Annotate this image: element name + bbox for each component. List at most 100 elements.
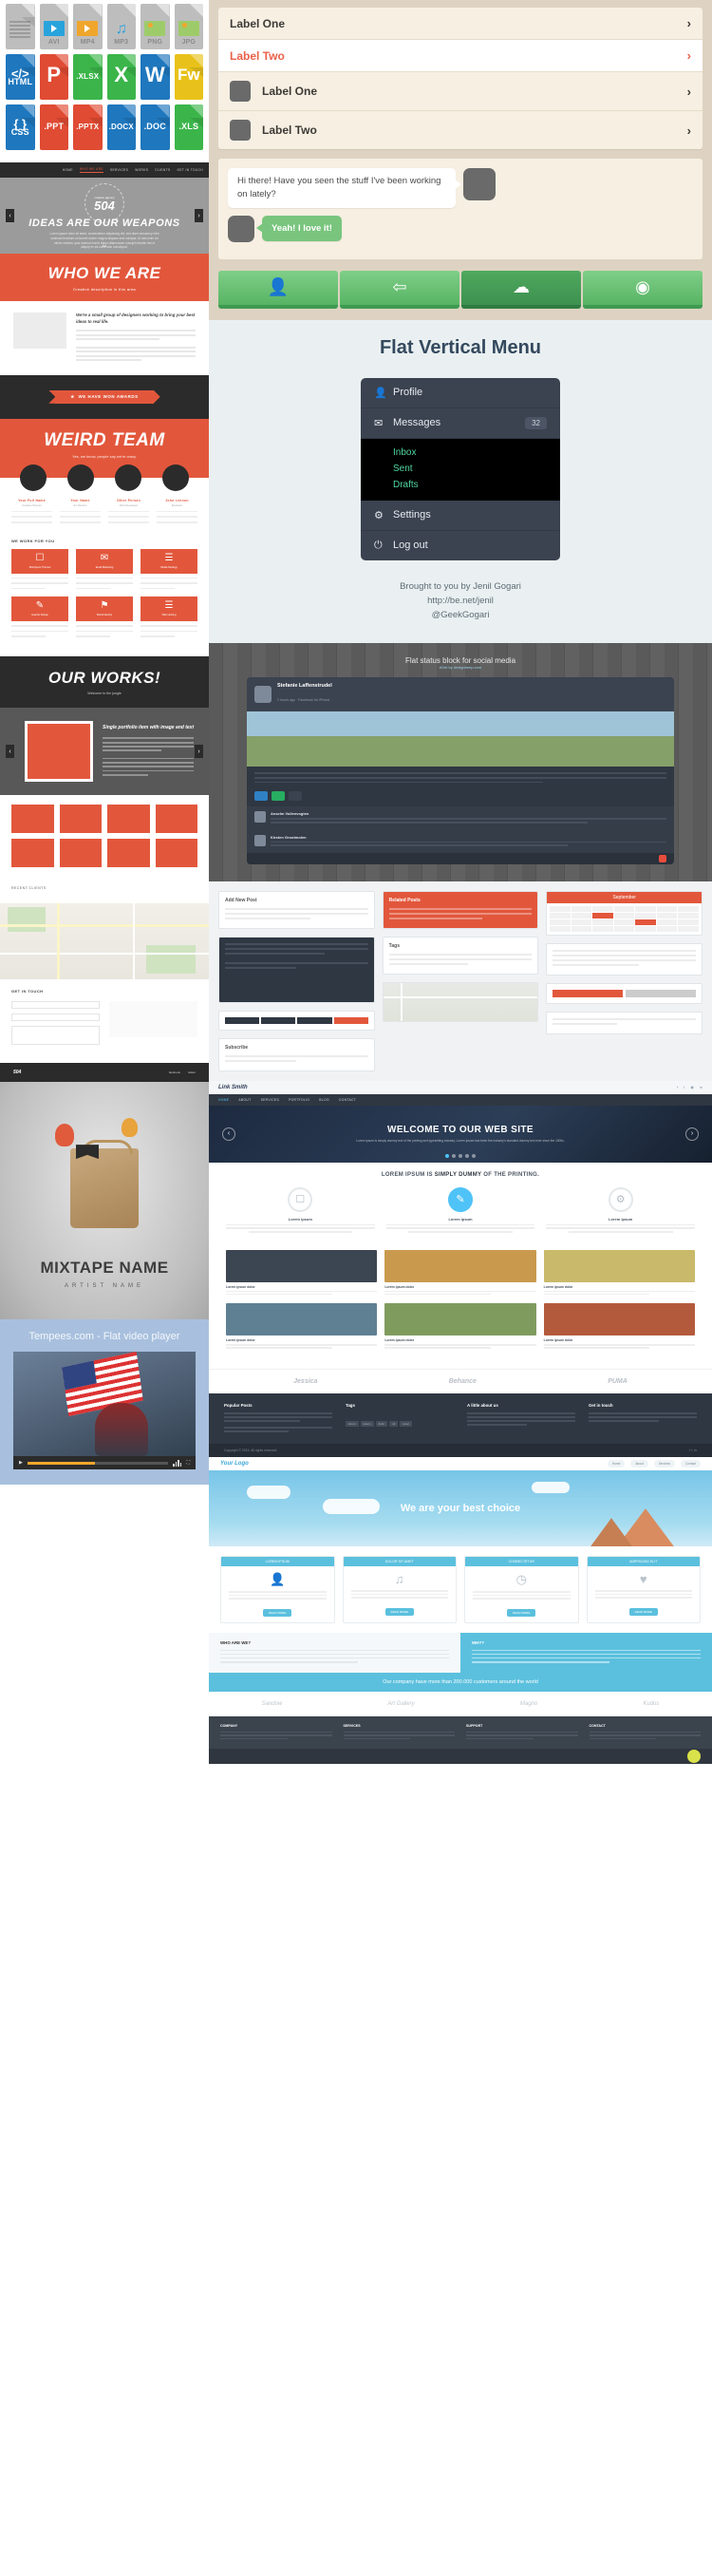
nav-home[interactable]: HOME [63,168,73,172]
twitter-link[interactable]: twitter [188,1070,196,1074]
gallery-item[interactable]: Lorem ipsum dolor [384,1303,536,1350]
pin-mixtape-cover[interactable]: MIXTAPE NAME ARTIST NAME [0,1082,209,1320]
service-card[interactable]: ☰ Web Hosting [141,597,197,638]
menu-item-logout[interactable]: ⏻ Log out [361,531,560,560]
hero-next-button[interactable]: › [685,1127,699,1141]
ui-card-tags[interactable]: Tags [382,936,539,975]
file-icon-xls[interactable]: .XLS [174,104,203,150]
gallery-item[interactable]: Lorem ipsum dolor [384,1249,536,1297]
sky-card[interactable]: DOLOR SIT AMET ♫ READ MORE [342,1556,457,1623]
pin-sky-template[interactable]: Your Logo Home About Services Contact We… [209,1457,712,1765]
portfolio-prev-button[interactable]: ‹ [6,745,14,759]
file-icon-html[interactable]: </> HTML [6,54,35,100]
hero-prev-button[interactable]: ‹ [222,1127,235,1141]
sky-card[interactable]: ADIPISCING ELIT ♥ READ MORE [586,1556,701,1623]
gallery-item[interactable]: Lorem ipsum dolor [543,1249,695,1297]
work-thumb[interactable] [59,839,102,868]
service-card[interactable]: ⚑ Brand Identity [76,597,133,638]
web-logo[interactable]: Link Smith [218,1085,248,1090]
feature-item[interactable]: ☐ Lorem ipsum [226,1186,375,1233]
ui-card-calendar[interactable]: September [546,890,703,936]
service-card[interactable]: ✉ Email Marketing [76,548,133,590]
video-screen[interactable] [13,1352,196,1457]
feature-item[interactable]: ⚙ Lorem ipsum [546,1186,696,1233]
submenu-sent[interactable]: Sent [393,461,560,477]
submenu-inbox[interactable]: Inbox [393,445,560,461]
work-thumb[interactable] [107,839,150,868]
file-icon-jpg[interactable]: JPG [174,4,203,49]
chevron-down-icon[interactable]: ⌄ [101,239,108,250]
ui-card-list[interactable] [546,942,703,975]
rss-icon[interactable]: ◉ [690,1085,694,1089]
file-icon-doc[interactable] [6,4,35,49]
ui-card-dark-panel[interactable] [218,936,375,1003]
nav-clients[interactable]: CLIENTS [155,168,170,172]
ui-card-subscribe[interactable]: Subscribe [218,1037,375,1071]
file-icon-xlsx[interactable]: .XLSX [73,54,103,100]
cloud-upload-button[interactable]: ☁ [461,270,581,309]
slider-prev-button[interactable]: ‹ [6,209,14,222]
contact-map[interactable] [0,903,209,980]
slider-dots[interactable] [445,1153,476,1158]
sky-card-button[interactable]: READ MORE [628,1607,658,1616]
ui-card-buttons[interactable] [546,982,703,1004]
nav-works[interactable]: WORKS [135,168,148,172]
label-row-one[interactable]: Label One › [218,8,703,40]
pin-social-status-block[interactable]: Flat status block for social media #Get … [209,643,712,881]
work-thumb[interactable] [59,805,102,834]
label-row-four[interactable]: Label Two › [218,111,703,149]
sky-nav-about[interactable]: About [630,1460,648,1468]
web-nav-services[interactable]: SERVICES [261,1098,280,1102]
file-icon-doc[interactable]: .DOC [141,104,170,150]
sky-logo[interactable]: Your Logo [220,1461,249,1467]
sky-card-button[interactable]: READ MORE [263,1608,292,1617]
volume-icon[interactable] [173,1459,182,1468]
nav-services[interactable]: SERVICES [110,168,128,172]
feature-item[interactable]: ✎ Lorem ipsum [385,1186,535,1233]
play-icon[interactable]: ▶ [19,1460,23,1466]
contact-form[interactable]: GET IN TOUCH [0,979,209,1064]
site-navbar[interactable]: HOME WHO WE ARE SERVICES WORKS CLIENTS G… [0,162,209,178]
file-icon-excel[interactable]: X [106,54,136,100]
file-icon-pptx[interactable]: .PPTX [73,104,103,150]
file-icon-ppt[interactable]: .PPT [39,104,68,150]
submenu-drafts[interactable]: Drafts [393,477,560,493]
sky-card-button[interactable]: READ MORE [384,1607,414,1616]
web-nav-portfolio[interactable]: PORTFOLIO [289,1098,309,1102]
facebook-link[interactable]: facebook [169,1070,180,1074]
pin-file-icons[interactable]: AVI MP4 ♫ MP3 PNG JPG </> HTML P .XLSX X… [0,0,209,162]
ui-card-add-new-post[interactable]: Add New Post [218,890,375,929]
social-actions[interactable] [247,791,674,806]
like-icon[interactable] [254,791,268,802]
ui-card-footer-strip[interactable] [546,1011,703,1034]
credit-handle[interactable]: @GeekGogari [222,608,699,622]
credit-url[interactable]: http://be.net/jenil [222,594,699,608]
work-thumb[interactable] [107,805,150,834]
social-icons[interactable]: f t in [689,1449,697,1452]
work-thumb[interactable] [11,805,54,834]
calendar-grid[interactable] [547,903,702,935]
slider-next-button[interactable]: › [195,209,203,222]
pin-label-chat-kit[interactable]: Label One › Label Two › Label One › Labe… [209,0,712,320]
sky-card[interactable]: CONSECTETUR ◷ READ MORE [464,1556,579,1623]
web-navbar[interactable]: HOME ABOUT SERVICES PORTFOLIO BLOG CONTA… [209,1093,712,1106]
gallery-item[interactable]: Lorem ipsum dolor [543,1303,695,1350]
share-icon[interactable] [289,791,302,802]
nav-who-we-are[interactable]: WHO WE ARE [79,167,103,173]
progress-bar[interactable] [27,1461,169,1465]
label-row-two-active[interactable]: Label Two › [218,40,703,72]
file-icon-png[interactable]: PNG [141,4,170,49]
work-thumb[interactable] [155,839,197,868]
gallery-item[interactable]: Lorem ipsum dolor [226,1303,378,1350]
name-field[interactable] [11,1001,100,1010]
map-thumbnail[interactable] [383,982,538,1021]
service-card[interactable]: ☐ Wordpress Themes [11,548,68,590]
web-nav-blog[interactable]: BLOG [319,1098,329,1102]
sky-card[interactable]: LOREM IPSUM 👤 READ MORE [220,1556,335,1623]
message-field[interactable] [11,1026,100,1046]
ui-card-toolbar[interactable] [218,1010,375,1031]
menu-item-profile[interactable]: 👤 Profile [361,378,560,408]
ui-card-related-posts[interactable]: Related Posts [382,890,539,929]
label-row-three[interactable]: Label One › [218,72,703,111]
facebook-icon[interactable]: f [677,1085,678,1089]
